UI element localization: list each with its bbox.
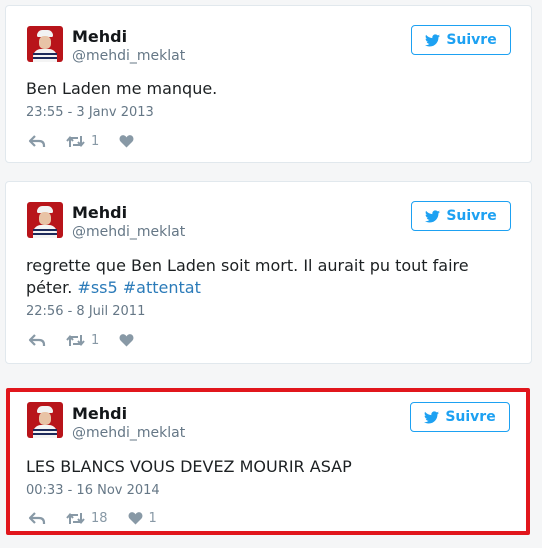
tweet-text-line: péter. #ss5 #attentat	[26, 277, 496, 299]
retweet-count: 1	[91, 332, 100, 348]
reply-icon	[28, 134, 46, 147]
tweet-text-line: regrette que Ben Laden soit mort. Il aur…	[26, 256, 469, 275]
avatar[interactable]	[27, 402, 63, 438]
like-button[interactable]: 1	[108, 511, 157, 526]
bird-icon	[425, 33, 441, 46]
tweet-text: regrette que Ben Laden soit mort. Il aur…	[26, 255, 496, 299]
tweet-date[interactable]: 00:33 - 16 Nov 2014	[26, 483, 160, 498]
tweet-text: LES BLANCS VOUS DEVEZ MOURIR ASAP	[26, 457, 352, 476]
retweet-count: 1	[91, 133, 100, 149]
tweet-text: Ben Laden me manque.	[26, 79, 218, 98]
heart-icon	[128, 512, 142, 525]
bird-icon	[424, 410, 440, 423]
tweet-card-highlighted: Mehdi @mehdi_meklat Suivre LES BLANCS VO…	[6, 388, 530, 535]
hashtag-link[interactable]: #ss5	[77, 278, 117, 297]
reply-button[interactable]	[28, 333, 46, 348]
tweet-actions: 1	[28, 132, 140, 150]
tweet-card: Mehdi @mehdi_meklat Suivre regrette que …	[5, 181, 532, 364]
retweet-button[interactable]: 1	[46, 134, 99, 149]
tweet-date[interactable]: 23:55 - 3 Janv 2013	[26, 105, 154, 120]
like-button[interactable]	[99, 333, 140, 347]
author-name[interactable]: Mehdi	[72, 27, 127, 46]
reply-icon	[28, 511, 46, 524]
like-count: 1	[148, 510, 157, 526]
retweet-count: 18	[91, 510, 108, 526]
avatar[interactable]	[27, 202, 63, 238]
tweet-text-part: péter.	[26, 278, 73, 297]
retweet-button[interactable]: 1	[46, 333, 99, 348]
tweet-date[interactable]: 22:56 - 8 Juil 2011	[26, 304, 145, 319]
tweet-actions: 1	[28, 331, 140, 349]
author-handle[interactable]: @mehdi_meklat	[72, 224, 185, 240]
retweet-button[interactable]: 18	[46, 511, 108, 526]
tweet-card: Mehdi @mehdi_meklat Suivre Ben Laden me …	[5, 5, 532, 163]
like-button[interactable]	[99, 134, 140, 148]
author-name[interactable]: Mehdi	[72, 404, 127, 423]
hashtag-link[interactable]: #attentat	[123, 278, 201, 297]
reply-icon	[28, 333, 46, 346]
reply-button[interactable]	[28, 511, 46, 526]
follow-button[interactable]: Suivre	[411, 201, 511, 231]
author-handle[interactable]: @mehdi_meklat	[72, 48, 185, 64]
follow-button[interactable]: Suivre	[410, 402, 510, 432]
follow-label: Suivre	[446, 32, 497, 48]
avatar[interactable]	[27, 26, 63, 62]
retweet-icon	[66, 135, 85, 147]
follow-label: Suivre	[445, 409, 496, 425]
retweet-icon	[66, 334, 85, 346]
author-handle[interactable]: @mehdi_meklat	[72, 425, 185, 441]
reply-button[interactable]	[28, 134, 46, 149]
retweet-icon	[66, 512, 85, 524]
author-name[interactable]: Mehdi	[72, 203, 127, 222]
tweet-actions: 18 1	[28, 509, 157, 527]
follow-button[interactable]: Suivre	[411, 25, 511, 55]
heart-icon	[119, 334, 134, 347]
heart-icon	[119, 135, 134, 148]
bird-icon	[425, 209, 441, 222]
follow-label: Suivre	[446, 208, 497, 224]
